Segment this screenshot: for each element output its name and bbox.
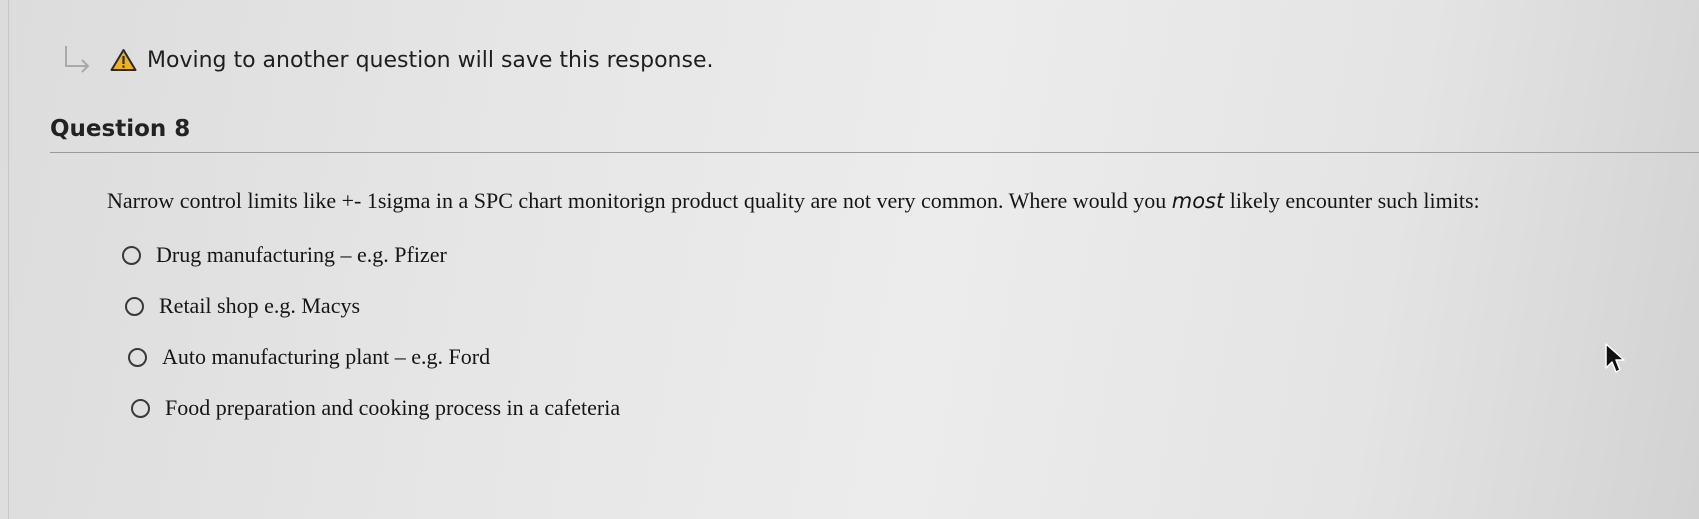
option-label: Auto manufacturing plant – e.g. Ford (162, 344, 491, 369)
save-notice: Moving to another question will save thi… (60, 40, 714, 80)
option-drug-manufacturing[interactable]: Drug manufacturing – e.g. Pfizer (122, 240, 447, 270)
radio-button[interactable] (125, 296, 144, 316)
radio-button[interactable] (128, 347, 147, 367)
option-label: Retail shop e.g. Macys (159, 293, 361, 318)
prompt-text-after: likely encounter such limits: (1224, 188, 1480, 213)
option-label: Drug manufacturing – e.g. Pfizer (156, 242, 447, 267)
radio-button[interactable] (131, 398, 150, 418)
return-arrow-icon (65, 46, 90, 73)
option-retail-shop[interactable]: Retail shop e.g. Macys (125, 291, 360, 321)
page-left-border (8, 0, 9, 519)
warning-icon (110, 49, 137, 71)
question-header: Question 8 (50, 112, 1699, 153)
option-food-preparation[interactable]: Food preparation and cooking process in … (131, 393, 620, 423)
option-label: Food preparation and cooking process in … (165, 395, 621, 420)
question-prompt: Narrow control limits like +- 1sigma in … (107, 188, 1480, 214)
option-auto-manufacturing[interactable]: Auto manufacturing plant – e.g. Ford (128, 342, 490, 372)
mouse-pointer-icon (1605, 343, 1625, 373)
prompt-text-before: Narrow control limits like +- 1sigma in … (107, 188, 1172, 213)
prompt-emphasis: most (1171, 189, 1225, 213)
save-notice-text: Moving to another question will save thi… (147, 47, 714, 73)
radio-button[interactable] (122, 245, 141, 265)
question-title: Question 8 (50, 116, 191, 142)
